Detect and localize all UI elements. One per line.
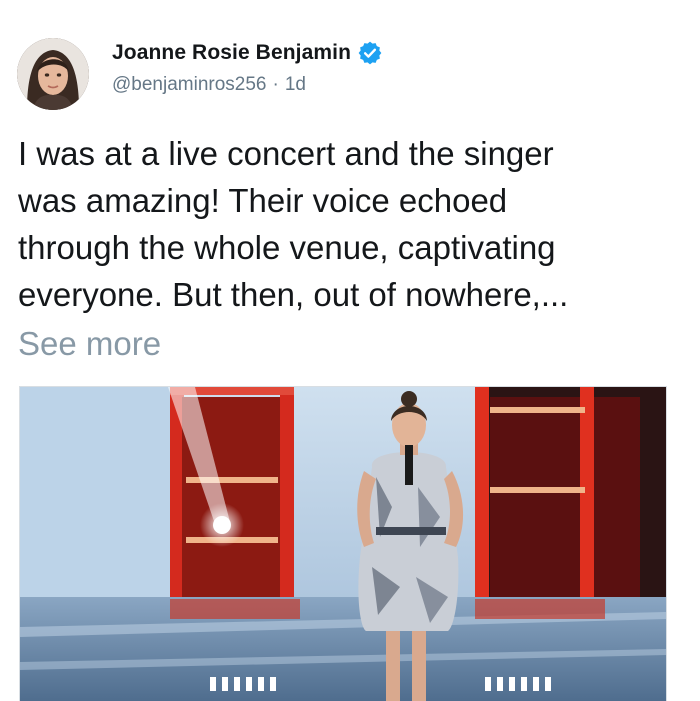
- verified-badge-icon: [357, 40, 383, 66]
- tweet-text-line: through the whole venue, captivating: [18, 229, 556, 266]
- see-more-link[interactable]: See more: [18, 325, 161, 363]
- tweet-text-line: I was at a live concert and the singer: [18, 135, 554, 172]
- author-avatar[interactable]: [17, 38, 89, 110]
- meta-separator: ·: [272, 74, 279, 95]
- avatar-image: [17, 38, 89, 110]
- author-meta-row: @benjaminros256 · 1d: [112, 74, 306, 96]
- tweet-card: Joanne Rosie Benjamin @benjaminros256 · …: [0, 0, 700, 701]
- author-display-name[interactable]: Joanne Rosie Benjamin: [112, 41, 351, 65]
- author-handle[interactable]: @benjaminros256: [112, 74, 267, 96]
- concert-photo: [20, 387, 666, 701]
- tweet-text: I was at a live concert and the singer w…: [18, 130, 688, 318]
- tweet-text-line: everyone. But then, out of nowhere,...: [18, 276, 569, 313]
- tweet-media-image[interactable]: [19, 386, 667, 701]
- author-name-row: Joanne Rosie Benjamin: [112, 40, 383, 66]
- tweet-timestamp[interactable]: 1d: [285, 74, 306, 96]
- tweet-text-line: was amazing! Their voice echoed: [18, 182, 508, 219]
